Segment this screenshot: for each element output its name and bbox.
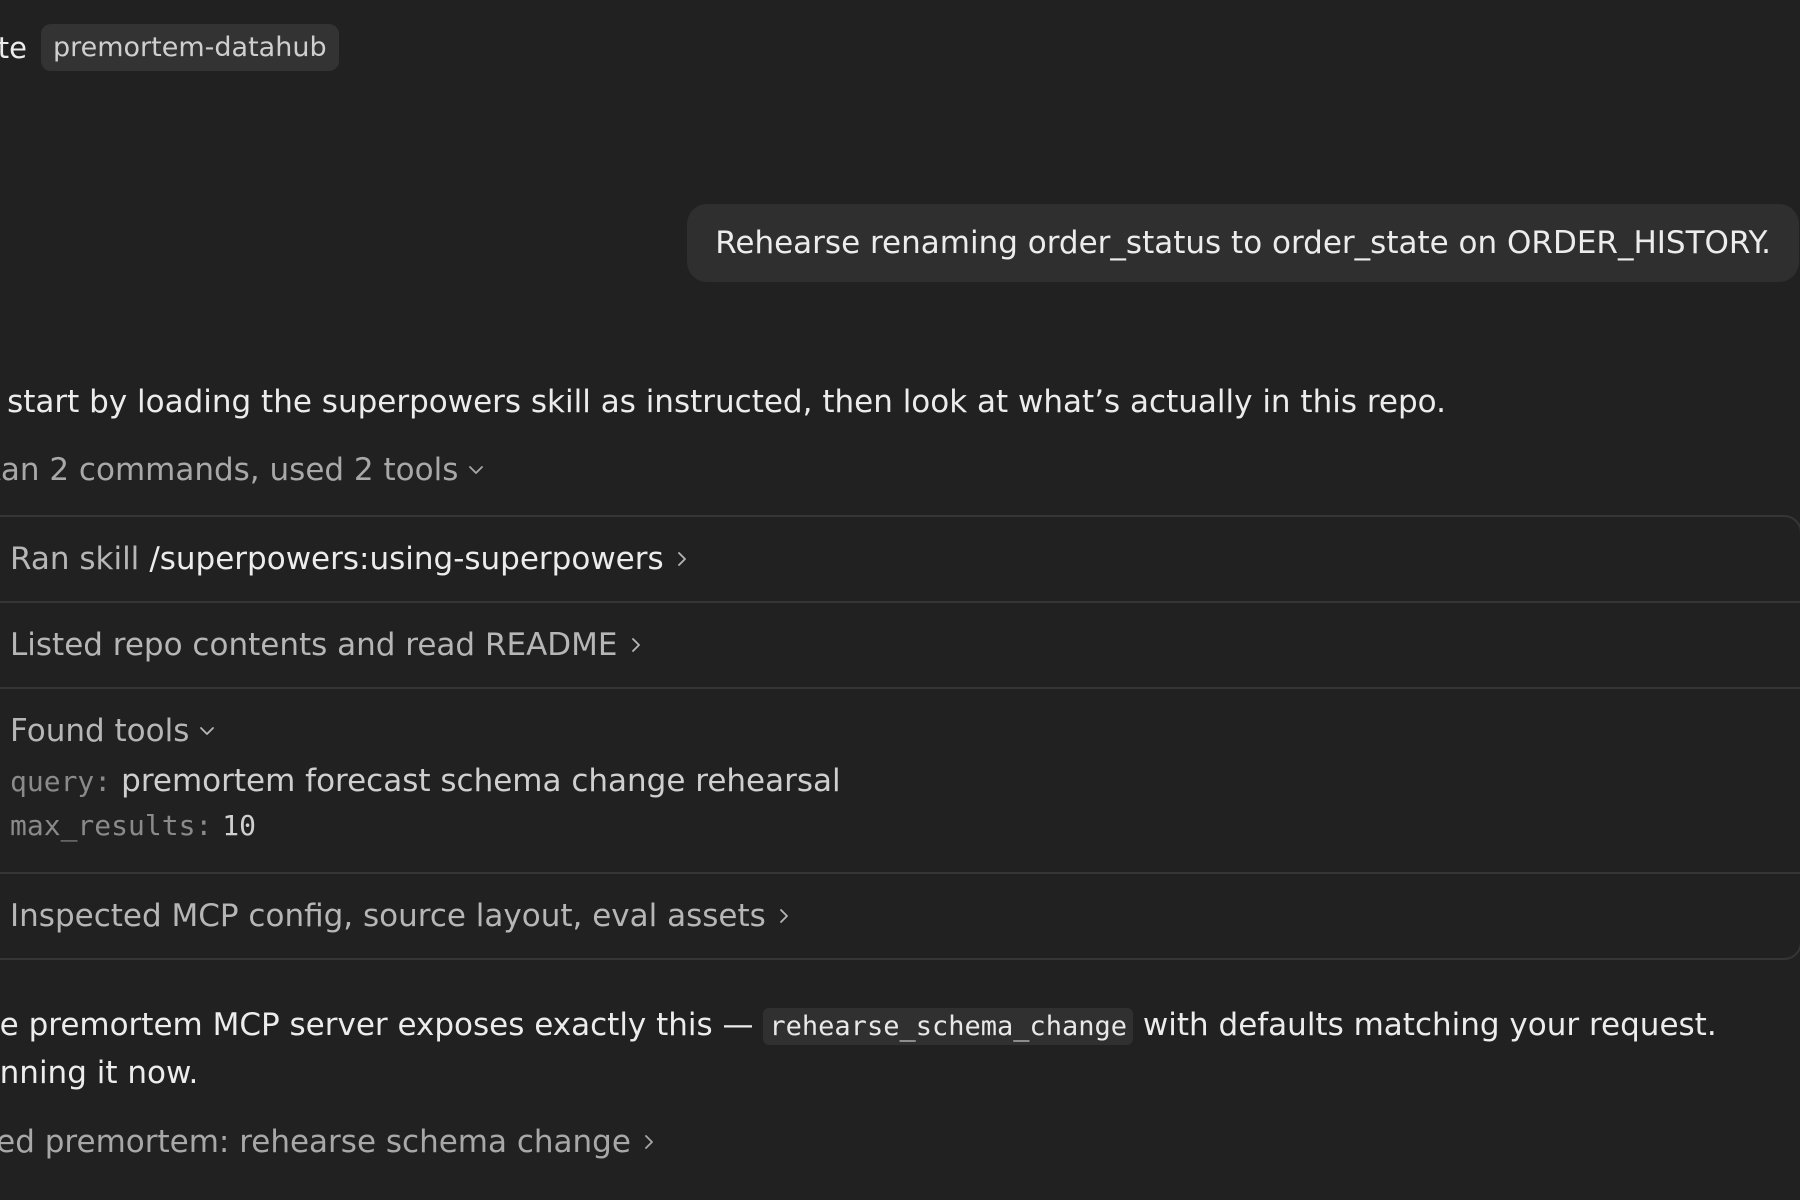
header-title: ate bbox=[0, 30, 27, 65]
inline-code-tool-name: rehearse_schema_change bbox=[763, 1008, 1134, 1045]
max-results-param: max_results: 10 bbox=[10, 809, 1772, 842]
chat-page: ate premortem-datahub Rehearse renaming … bbox=[0, 0, 1800, 1200]
query-value: premortem forecast schema change rehears… bbox=[121, 763, 841, 799]
result-part-1: he premortem MCP server exposes exactly … bbox=[0, 1007, 754, 1043]
inspected-label: Inspected MCP config, source layout, eva… bbox=[10, 898, 766, 934]
repo-badge[interactable]: premortem-datahub bbox=[40, 24, 339, 71]
used-tool-label: sed premortem: rehearse schema change bbox=[0, 1124, 631, 1160]
chevron-down-icon bbox=[200, 727, 215, 735]
chevron-right-icon bbox=[645, 1135, 653, 1149]
assistant-intro-text: ll start by loading the superpowers skil… bbox=[0, 384, 1446, 420]
tool-step-inspected[interactable]: Inspected MCP config, source layout, eva… bbox=[0, 874, 1800, 958]
chat-header: ate premortem-datahub bbox=[0, 24, 339, 71]
query-key: query: bbox=[10, 765, 112, 798]
max-results-key: max_results: bbox=[10, 809, 213, 842]
chevron-down-icon bbox=[469, 466, 484, 474]
result-line-2: unning it now. bbox=[0, 1055, 199, 1091]
listed-repo-label: Listed repo contents and read README bbox=[10, 627, 618, 663]
chevron-right-icon bbox=[779, 909, 788, 923]
ran-skill-prefix: Ran skill bbox=[10, 541, 140, 577]
max-results-value: 10 bbox=[222, 809, 257, 842]
user-message-bubble: Rehearse renaming order_status to order_… bbox=[687, 204, 1799, 282]
used-tool-row[interactable]: sed premortem: rehearse schema change bbox=[0, 1124, 657, 1160]
found-tools-label: Found tools bbox=[10, 713, 190, 749]
tool-step-listed-repo[interactable]: Listed repo contents and read README bbox=[0, 603, 1800, 689]
chevron-right-icon bbox=[631, 638, 640, 652]
tool-step-ran-skill[interactable]: Ran skill /superpowers:using-superpowers bbox=[0, 517, 1800, 603]
query-param: query: premortem forecast schema change … bbox=[10, 763, 1772, 799]
tool-step-found-tools: Found tools query: premortem forecast sc… bbox=[0, 689, 1800, 874]
ran-skill-name: /superpowers:using-superpowers bbox=[149, 541, 664, 577]
result-part-2: with defaults matching your request. bbox=[1142, 1007, 1717, 1043]
tool-summary-toggle[interactable]: Ran 2 commands, used 2 tools bbox=[0, 452, 484, 488]
found-tools-toggle[interactable]: Found tools bbox=[10, 713, 1772, 749]
assistant-result-text: he premortem MCP server exposes exactly … bbox=[0, 1002, 1798, 1097]
tool-steps-card: Ran skill /superpowers:using-superpowers… bbox=[0, 515, 1800, 960]
chevron-right-icon bbox=[677, 552, 686, 566]
tool-summary-label: Ran 2 commands, used 2 tools bbox=[0, 452, 459, 488]
